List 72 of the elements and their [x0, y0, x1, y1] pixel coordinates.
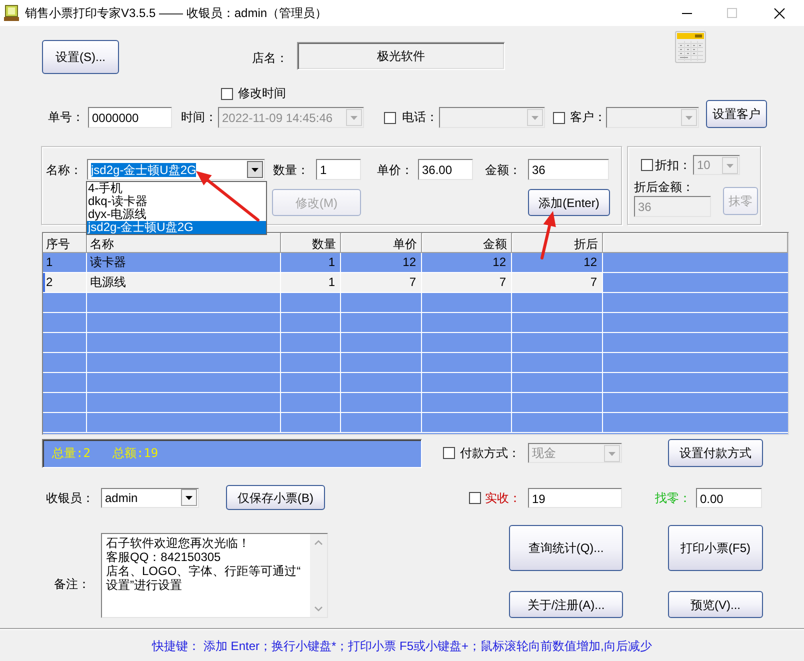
calculator-icon[interactable]: [675, 31, 706, 63]
total-amount: 总额:19: [112, 446, 158, 460]
received-field[interactable]: 19: [528, 488, 622, 508]
column-header: 名称: [90, 237, 114, 252]
window-title: 销售小票打印专家V3.5.5 —— 收银员：admin（管理员）: [25, 6, 328, 20]
table-cell: 12: [422, 253, 512, 272]
table-cell: 7: [422, 273, 512, 292]
column-header: 金额: [483, 237, 507, 252]
quantity-label: 数量：: [273, 162, 309, 176]
checkbox[interactable]: [469, 492, 481, 504]
unit-price-field[interactable]: 36.00: [418, 159, 473, 180]
change-field[interactable]: 0.00: [696, 488, 762, 508]
set-payment-button[interactable]: 设置付款方式: [668, 439, 763, 467]
table-row[interactable]: 1 读卡器 1 12 12 12: [43, 253, 603, 272]
checkbox[interactable]: [221, 88, 233, 100]
dropdown-option[interactable]: jsd2g-金士顿U盘2G: [87, 221, 266, 234]
column-header: 单价: [393, 237, 417, 252]
checkbox[interactable]: [641, 159, 653, 171]
dropdown-option[interactable]: dkq-读卡器: [87, 195, 266, 208]
dropdown-option[interactable]: 4-手机: [87, 182, 266, 195]
note-label: 备注：: [54, 577, 90, 593]
table-cell: 电源线: [87, 273, 281, 292]
column-header: 序号: [46, 237, 70, 252]
close-icon[interactable]: [774, 8, 785, 18]
table-cell: 7: [512, 273, 603, 292]
column-header: 折后: [574, 237, 598, 252]
preview-button[interactable]: 预览(V)...: [668, 591, 763, 618]
dropdown-option[interactable]: dyx-电源线: [87, 208, 266, 221]
shortcut-hint: 快捷键： 添加 Enter；换行小键盘*；打印小票 F5或小键盘+；鼠标滚轮向前数值增加,向后减少: [152, 638, 652, 652]
received-label: 实收：: [485, 490, 521, 504]
checkbox[interactable]: [443, 447, 455, 459]
amount-field[interactable]: 36: [528, 159, 609, 180]
amount-label: 金额：: [485, 162, 521, 176]
total-quantity: 总量:2: [52, 446, 90, 460]
set-customer-button[interactable]: 设置客户: [706, 100, 767, 128]
query-stats-button[interactable]: 查询统计(Q)...: [509, 525, 623, 571]
edit-time-label: 修改时间: [238, 87, 286, 100]
table-cell: 读卡器: [87, 253, 281, 272]
app-icon: [4, 5, 19, 21]
annotation-arrow: [540, 211, 556, 260]
print-ticket-button[interactable]: 打印小票(F5): [668, 525, 763, 571]
product-name-label: 名称：: [46, 162, 82, 176]
cashier-dropdown[interactable]: admin: [101, 488, 199, 508]
add-button[interactable]: 添加(Enter): [528, 189, 610, 216]
settings-button[interactable]: 设置(S)...: [42, 40, 119, 74]
store-name-field: 极光软件: [297, 42, 505, 70]
payment-method-label: 付款方式：: [460, 446, 520, 460]
product-dropdown[interactable]: jsd2g-金士顿U盘2G: [87, 159, 265, 180]
table-row[interactable]: 2 电源线 1 7 7 7: [43, 273, 603, 292]
cashier-label: 收银员：: [46, 490, 94, 504]
order-number-label: 单号：: [48, 109, 84, 126]
table-cell: 2: [43, 273, 87, 292]
table-cell: 1: [281, 273, 341, 292]
annotation-arrow: [196, 171, 260, 222]
phone-label: 电话：: [402, 109, 438, 126]
quantity-field[interactable]: 1: [316, 159, 361, 180]
table-cell: 1: [43, 253, 87, 272]
table-cell: 1: [281, 253, 341, 272]
discount-label: 折扣：: [655, 158, 691, 172]
change-label: 找零：: [655, 490, 691, 504]
about-register-button[interactable]: 关于/注册(A)...: [509, 591, 623, 618]
discounted-amount-label: 折后金额：: [634, 180, 695, 194]
unit-price-label: 单价：: [377, 162, 413, 176]
column-header: 数量: [312, 237, 336, 252]
store-label: 店名：: [252, 51, 288, 65]
save-ticket-button[interactable]: 仅保存小票(B): [226, 485, 325, 510]
table-cell: 12: [512, 253, 603, 272]
table-cell: 7: [341, 273, 422, 292]
customer-label: 客户：: [570, 109, 606, 126]
order-number-field[interactable]: 0000000: [88, 107, 172, 128]
table-cell: 12: [341, 253, 422, 272]
time-label: 时间：: [181, 109, 217, 126]
